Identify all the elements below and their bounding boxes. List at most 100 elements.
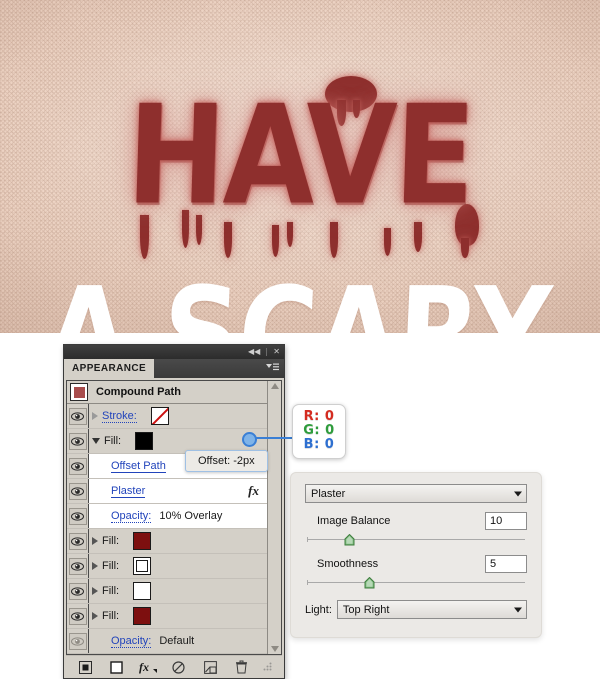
color-swatch-black[interactable] — [135, 432, 154, 450]
appearance-row[interactable]: Opacity: 10% Overlay — [67, 504, 267, 529]
appearance-row-label: Fill: — [102, 535, 120, 547]
expand-triangle-icon[interactable] — [92, 537, 98, 545]
image-balance-input[interactable]: 10 — [485, 512, 527, 530]
appearance-row[interactable]: Fill: — [67, 554, 267, 579]
visibility-eye-icon — [71, 436, 84, 446]
appearance-rows-container: Compound Path Stroke: Fill: Offset Path Pla… — [66, 380, 282, 655]
resize-grip-icon — [263, 662, 272, 671]
resize-grip[interactable] — [262, 662, 272, 672]
appearance-row[interactable]: Plaster fx — [67, 479, 267, 504]
appearance-row-content: Opacity: 10% Overlay — [89, 510, 267, 523]
add-new-effect-button[interactable]: fx — [138, 659, 158, 675]
visibility-eye-box — [68, 482, 87, 500]
visibility-eye-icon — [71, 536, 84, 546]
expand-triangle-icon[interactable] — [92, 412, 98, 420]
duplicate-icon — [203, 660, 217, 674]
chevron-down-icon — [514, 607, 522, 612]
rgb-green-value: G: 0 — [303, 423, 335, 438]
tab-appearance[interactable]: APPEARANCE — [64, 359, 155, 378]
appearance-row-content: Fill: — [89, 532, 267, 550]
visibility-toggle[interactable] — [67, 429, 89, 453]
graffiti-headline-scary: A SCARY — [0, 261, 600, 333]
visibility-eye-icon — [71, 561, 84, 571]
graffiti-headline-have: HAVE — [124, 74, 476, 236]
close-icon[interactable]: ✕ — [273, 348, 280, 356]
image-balance-slider-handle[interactable] — [344, 533, 355, 546]
delete-selected-item-button[interactable] — [231, 659, 251, 675]
rgb-blue-value: B: 0 — [303, 437, 335, 452]
color-swatch-none[interactable] — [150, 407, 169, 425]
appearance-row-content: Fill: — [89, 582, 267, 600]
appearance-row[interactable]: Fill: — [67, 579, 267, 604]
visibility-eye-box — [68, 407, 87, 425]
color-swatch-white[interactable] — [133, 582, 152, 600]
panel-bottom-toolbar: fx — [66, 655, 282, 678]
color-swatch-darkred[interactable] — [133, 607, 152, 625]
rgb-value-callout: R: 0 G: 0 B: 0 — [292, 404, 346, 459]
expand-triangle-icon[interactable] — [92, 612, 98, 620]
appearance-row[interactable]: Opacity: Default — [67, 629, 267, 654]
visibility-eye-box — [68, 632, 87, 650]
appearance-row[interactable]: Stroke: — [67, 404, 267, 429]
add-new-fill-button[interactable] — [107, 659, 127, 675]
visibility-toggle[interactable] — [67, 529, 89, 553]
light-direction-value: Top Right — [342, 603, 390, 616]
plaster-effect-dialog: Plaster Image Balance 10 Smoothness 5 Li… — [290, 472, 542, 638]
image-balance-slider[interactable] — [305, 533, 527, 546]
expand-triangle-icon[interactable] — [92, 562, 98, 570]
visibility-eye-box — [68, 557, 87, 575]
smoothness-slider-handle[interactable] — [364, 576, 375, 589]
appearance-row[interactable]: Fill: — [67, 529, 267, 554]
color-swatch-darkred[interactable] — [133, 532, 152, 550]
visibility-toggle[interactable] — [67, 479, 89, 503]
panel-scrollbar[interactable] — [267, 381, 281, 654]
appearance-row-label: Fill: — [102, 585, 120, 597]
smoothness-slider[interactable] — [305, 576, 527, 589]
artwork-canvas: HAVE A SCARY — [0, 0, 600, 333]
duplicate-selected-item-button[interactable] — [200, 659, 220, 675]
expand-triangle-icon[interactable] — [92, 587, 98, 595]
collapse-triangle-icon[interactable] — [92, 438, 100, 444]
appearance-row-label[interactable]: Plaster — [111, 485, 146, 498]
appearance-row-list: Stroke: Fill: Offset Path Plaster fx Opacity:… — [67, 404, 267, 654]
effect-type-select-value: Plaster — [311, 487, 346, 500]
appearance-row-label[interactable]: Stroke: — [102, 410, 137, 423]
image-balance-label: Image Balance — [317, 515, 391, 527]
appearance-row-label[interactable]: Offset Path — [111, 460, 166, 473]
smoothness-input[interactable]: 5 — [485, 555, 527, 573]
scroll-down-arrow-icon[interactable] — [270, 646, 279, 652]
color-swatch-whiteb[interactable] — [133, 557, 152, 575]
visibility-eye-box — [68, 532, 87, 550]
panel-menu-icon[interactable] — [266, 363, 279, 375]
visibility-eye-box — [68, 607, 87, 625]
smoothness-field: Smoothness 5 — [305, 555, 527, 589]
appearance-row-content: Fill: — [89, 432, 267, 450]
visibility-eye-icon — [71, 486, 84, 496]
visibility-toggle[interactable] — [67, 504, 89, 528]
visibility-toggle[interactable] — [67, 629, 89, 653]
visibility-toggle[interactable] — [67, 604, 89, 628]
visibility-toggle[interactable] — [67, 454, 89, 478]
visibility-eye-box — [68, 507, 87, 525]
appearance-row-label[interactable]: Opacity: — [111, 510, 152, 523]
visibility-toggle[interactable] — [67, 579, 89, 603]
add-new-stroke-button[interactable] — [76, 659, 96, 675]
clear-appearance-button[interactable] — [169, 659, 189, 675]
appearance-row-content: Plaster fx — [89, 483, 267, 499]
scroll-up-arrow-icon[interactable] — [270, 383, 279, 389]
appearance-panel: ◀◀ ✕ APPEARANCE Compound Path Stroke: Fi… — [63, 344, 285, 679]
appearance-row[interactable]: Fill: — [67, 604, 267, 629]
appearance-row-value[interactable]: Default — [159, 635, 194, 647]
panel-titlebar: ◀◀ ✕ — [64, 345, 284, 359]
collapse-icon[interactable]: ◀◀ — [248, 348, 260, 356]
appearance-row-label[interactable]: Opacity: — [111, 635, 152, 648]
visibility-toggle[interactable] — [67, 404, 89, 428]
visibility-toggle[interactable] — [67, 554, 89, 578]
visibility-eye-icon — [71, 611, 84, 621]
visibility-eye-icon — [71, 461, 84, 471]
effect-fx-icon[interactable]: fx — [248, 483, 259, 499]
light-direction-select[interactable]: Top Right — [336, 600, 527, 619]
appearance-row-label: Fill: — [102, 610, 120, 622]
appearance-row-value[interactable]: 10% Overlay — [159, 510, 222, 522]
effect-type-select[interactable]: Plaster — [305, 484, 527, 503]
